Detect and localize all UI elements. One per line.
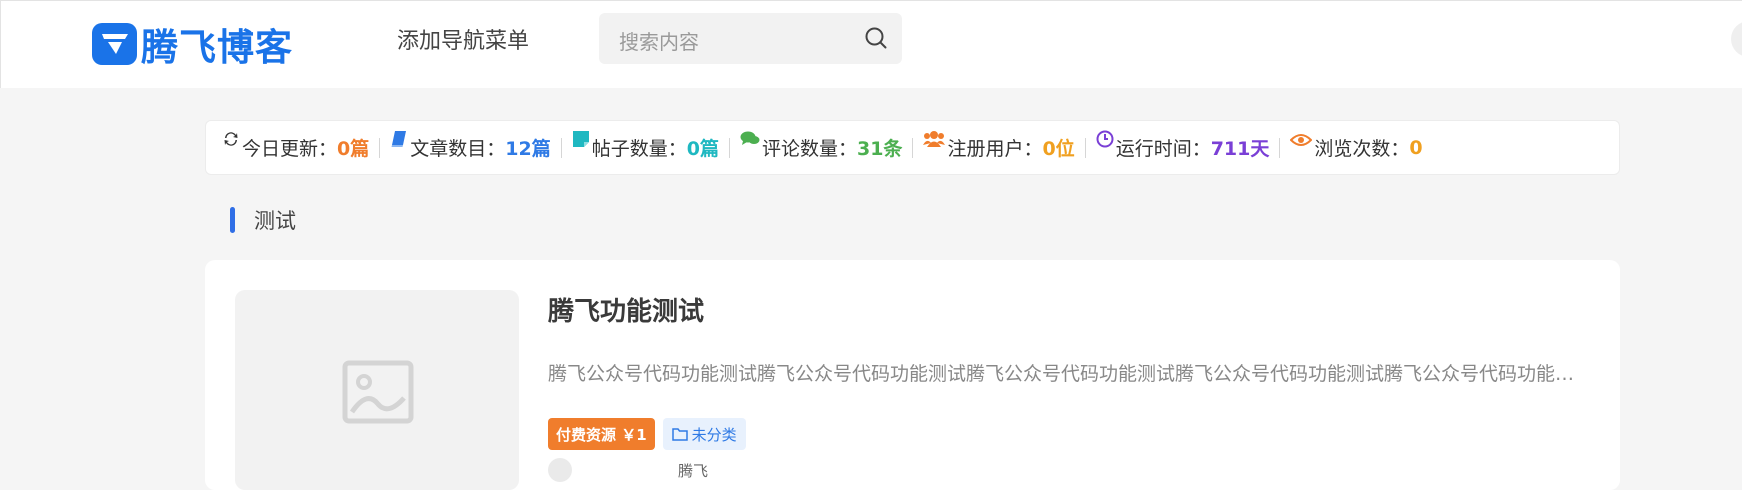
top-header: 腾飞博客 添加导航菜单 搜索内容 — [0, 0, 1742, 88]
divider — [912, 137, 914, 158]
nav-menu-link[interactable]: 添加导航菜单 — [397, 23, 529, 55]
stat-page-views: 浏览次数： 0 — [1289, 131, 1423, 161]
image-placeholder-icon — [342, 360, 414, 428]
stat-value: 0篇 — [337, 138, 370, 160]
section-heading: 测试 — [230, 205, 296, 235]
post-author[interactable]: 腾飞 — [678, 460, 708, 481]
category-tag-label: 未分类 — [691, 425, 737, 444]
user-avatar-button[interactable] — [1731, 21, 1742, 57]
post-thumbnail[interactable] — [235, 290, 519, 490]
post-tags: 付费资源 ￥1 未分类 — [548, 418, 746, 450]
stat-label: 浏览次数： — [1314, 138, 1410, 160]
divider — [1084, 137, 1086, 158]
book-icon — [390, 130, 408, 153]
stat-today-updates: 今日更新： 0篇 — [222, 132, 370, 161]
divider — [560, 137, 562, 158]
section-accent-bar — [230, 207, 235, 233]
site-stats-bar: 今日更新： 0篇 文章数目： 12篇 帖子数量： 0篇 评论数量： 31条 注册… — [205, 120, 1620, 175]
search-input[interactable]: 搜索内容 — [599, 13, 902, 64]
stat-value: 12篇 — [505, 138, 551, 160]
logo-text: 腾飞博客 — [141, 26, 293, 69]
users-icon — [923, 130, 946, 153]
post-excerpt: 腾飞公众号代码功能测试腾飞公众号代码功能测试腾飞公众号代码功能测试腾飞公众号代码… — [548, 363, 1588, 385]
search-icon[interactable] — [864, 26, 888, 54]
stat-post-count: 帖子数量： 0篇 — [572, 131, 719, 161]
stat-value: 31条 — [856, 138, 903, 160]
refresh-icon — [222, 130, 240, 153]
stat-registered-users: 注册用户： 0位 — [923, 131, 1075, 161]
stat-uptime: 运行时间： 711天 — [1096, 130, 1270, 161]
section-title: 测试 — [254, 209, 296, 233]
stat-value: 0 — [1409, 136, 1423, 159]
divider — [1279, 137, 1281, 158]
stat-label: 评论数量： — [761, 138, 857, 160]
stat-label: 今日更新： — [242, 138, 338, 160]
post-card[interactable]: 腾飞功能测试 腾飞公众号代码功能测试腾飞公众号代码功能测试腾飞公众号代码功能测试… — [205, 260, 1620, 490]
stat-label: 帖子数量： — [591, 138, 687, 160]
author-avatar[interactable] — [548, 458, 572, 482]
stat-label: 注册用户： — [947, 138, 1043, 160]
stat-value: 0位 — [1042, 138, 1075, 160]
divider — [728, 137, 730, 158]
stat-comment-count: 评论数量： 31条 — [740, 131, 903, 161]
stat-value: 0篇 — [686, 138, 719, 160]
stat-label: 运行时间： — [1115, 138, 1211, 160]
category-tag[interactable]: 未分类 — [662, 418, 746, 450]
comments-icon — [740, 130, 760, 153]
divider — [379, 137, 381, 158]
search-placeholder: 搜索内容 — [619, 30, 699, 54]
site-logo[interactable]: 腾飞博客 — [92, 17, 293, 71]
post-title[interactable]: 腾飞功能测试 — [548, 291, 704, 328]
logo-icon — [92, 23, 137, 65]
eye-icon — [1289, 131, 1313, 153]
stat-value: 711天 — [1210, 138, 1270, 160]
clock-icon — [1096, 130, 1114, 153]
stat-label: 文章数目： — [410, 138, 506, 160]
post-meta: 腾飞 — [548, 458, 708, 482]
stat-article-count: 文章数目： 12篇 — [390, 131, 551, 161]
sticky-note-icon — [572, 130, 590, 153]
paid-resource-badge[interactable]: 付费资源 ￥1 — [548, 418, 655, 450]
folder-icon — [671, 428, 688, 441]
